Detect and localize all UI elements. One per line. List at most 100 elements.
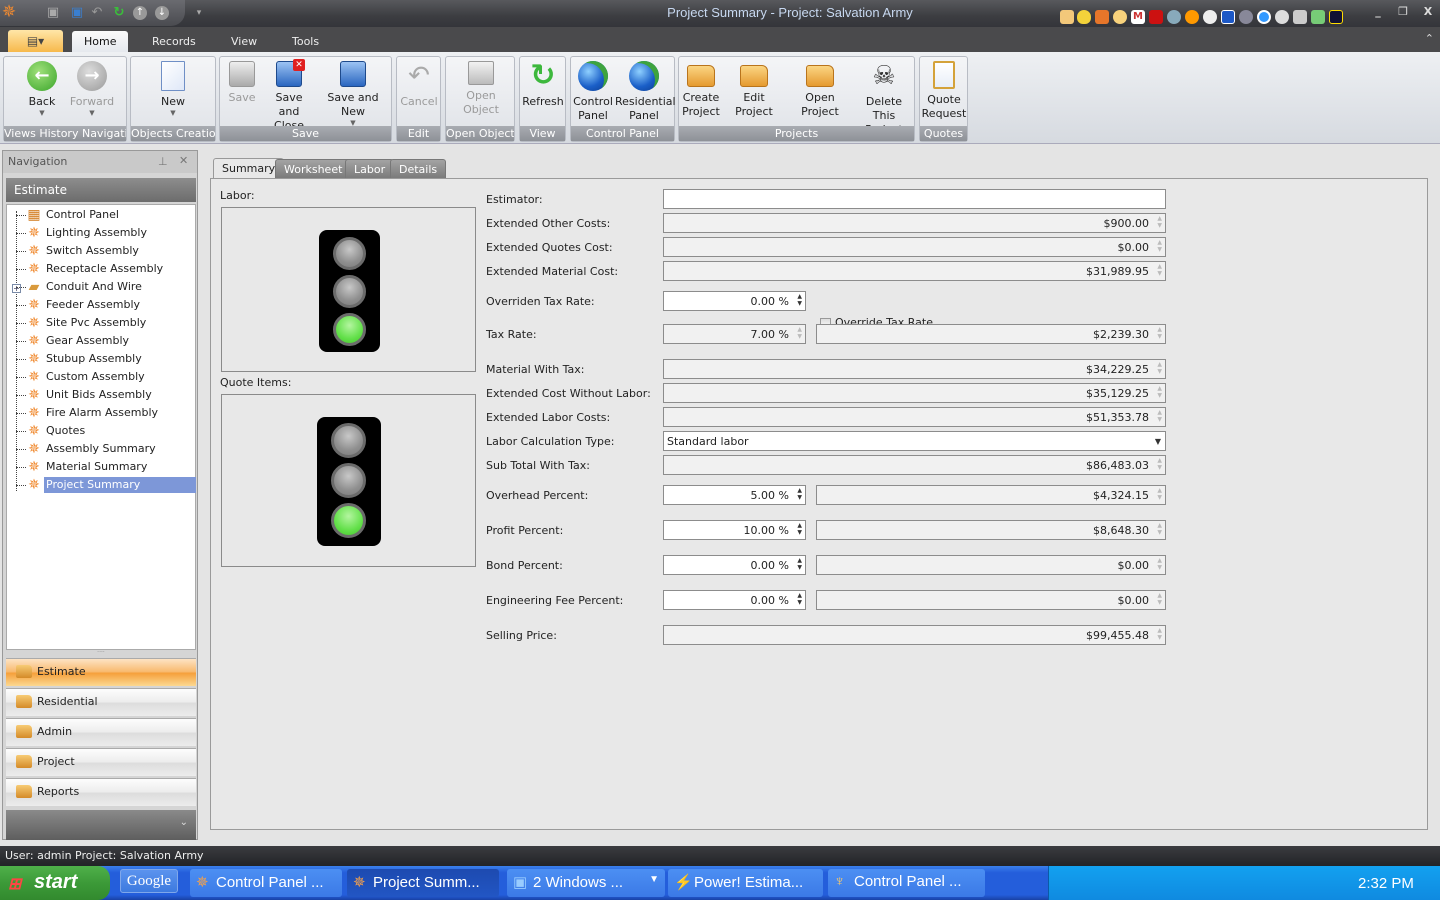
spinner-icon[interactable]: ▲ ▼ <box>797 522 802 536</box>
control-panel-button[interactable]: Control Panel <box>572 59 614 123</box>
tree-item[interactable]: ✵ Quotes <box>7 422 195 440</box>
tree-item[interactable]: ✵ Unit Bids Assembly <box>7 386 195 404</box>
restore-button[interactable]: ❐ <box>1395 5 1411 21</box>
acrobat-tray-icon[interactable] <box>1149 10 1163 24</box>
tree-item[interactable]: ✵ Lighting Assembly <box>7 224 195 242</box>
chevron-down-icon[interactable]: ▼ <box>1155 434 1161 449</box>
spinner-icon[interactable]: ▲ ▼ <box>797 557 802 571</box>
taskbar-item-control-panel-2[interactable]: ♆ Control Panel ... <box>828 869 985 897</box>
media-player-tray-icon[interactable] <box>1221 10 1235 24</box>
bond-percent-input[interactable]: 0.00 % ▲ ▼ <box>663 555 806 575</box>
messenger-live-tray-icon[interactable] <box>1257 10 1271 24</box>
tab-details[interactable]: Details <box>390 159 447 178</box>
spinner-icon[interactable]: ▲ ▼ <box>797 487 802 501</box>
tree-item[interactable]: ✵ Site Pvc Assembly <box>7 314 195 332</box>
pin-icon[interactable]: ⊥ <box>158 155 168 168</box>
tree-item[interactable]: ✵ Custom Assembly <box>7 368 195 386</box>
save-and-new-button[interactable]: Save and New ▼ <box>316 59 390 127</box>
nav-more-buttons-chevron-icon[interactable]: ⌄ <box>6 810 196 840</box>
ribbon-tab-tools[interactable]: Tools <box>280 31 331 52</box>
flower-tray-icon[interactable] <box>1185 10 1199 24</box>
forward-button[interactable]: → Forward ▼ <box>62 59 122 117</box>
spinner-icon[interactable]: ▲ ▼ <box>797 592 802 606</box>
wireless-tray-icon[interactable] <box>1329 10 1343 24</box>
tree-item[interactable]: ✵ Receptacle Assembly <box>7 260 195 278</box>
nvidia-tray-icon[interactable] <box>1311 10 1325 24</box>
chat-bubble-tray-icon[interactable] <box>1203 10 1217 24</box>
labor-calculation-type-select[interactable]: Standard labor ▼ <box>663 431 1166 451</box>
minimize-button[interactable]: _ <box>1370 5 1386 21</box>
spinner-icon[interactable]: ▲ ▼ <box>797 293 802 307</box>
save-button[interactable]: Save <box>222 59 262 105</box>
cancel-button[interactable]: ↶ Cancel <box>398 59 440 109</box>
tree-item[interactable]: ✵ Material Summary <box>7 458 195 476</box>
close-button[interactable]: X <box>1420 5 1436 21</box>
nav-button-reports[interactable]: Reports <box>6 778 196 806</box>
ribbon-tab-view[interactable]: View <box>219 31 269 52</box>
residential-panel-button[interactable]: Residential Panel <box>615 59 676 123</box>
ribbon-tab-home[interactable]: Home <box>72 31 129 52</box>
java-tray-icon[interactable] <box>1095 10 1109 24</box>
tree-item[interactable]: ✵ Project Summary <box>7 476 196 494</box>
tab-labor[interactable]: Labor <box>345 159 395 178</box>
mail-tray-icon[interactable] <box>1060 10 1074 24</box>
qat-up-icon[interactable]: ↑ <box>133 6 147 20</box>
clock-tray-icon[interactable] <box>1275 10 1289 24</box>
tree-item[interactable]: ✵ Switch Assembly <box>7 242 195 260</box>
security-shield-tray-icon[interactable] <box>1077 10 1091 24</box>
taskbar-item-project-summary[interactable]: ✵ Project Summ... <box>347 869 499 897</box>
tree-item[interactable]: ▰ Conduit And Wire <box>7 278 195 296</box>
collapse-ribbon-icon[interactable]: ⌃ <box>1425 32 1434 45</box>
open-object-button[interactable]: Open Object <box>448 59 514 117</box>
printer-tray-icon[interactable] <box>1293 10 1307 24</box>
qat-refresh-icon[interactable]: ↻ <box>110 4 128 22</box>
tree-item[interactable]: ✵ Assembly Summary <box>7 440 195 458</box>
tab-worksheet[interactable]: Worksheet <box>275 159 352 178</box>
value: 0.00 % <box>750 295 789 308</box>
tree-item-label: Receptacle Assembly <box>46 262 164 275</box>
assembly-icon: ✵ <box>28 405 40 421</box>
qat-save-icon[interactable]: ▣ <box>44 4 62 22</box>
edit-project-button[interactable]: Edit Project <box>723 59 785 119</box>
qat-down-icon[interactable]: ↓ <box>155 6 169 20</box>
tree-item[interactable]: ✵ Gear Assembly <box>7 332 195 350</box>
taskbar-item-control-panel[interactable]: ✵ Control Panel ... <box>190 869 342 897</box>
nav-button-project[interactable]: Project <box>6 748 196 776</box>
tree-item[interactable]: ✵ Feeder Assembly <box>7 296 195 314</box>
refresh-button[interactable]: ↻ Refresh <box>521 59 565 109</box>
save-and-close-button[interactable]: ✕ Save and Close <box>264 59 314 133</box>
value: 0.00 % <box>750 559 789 572</box>
ribbon-tab-records[interactable]: Records <box>140 31 208 52</box>
qat-customize-icon[interactable]: ▾ <box>190 4 208 22</box>
qat-save-close-icon[interactable]: ▣ <box>68 4 86 22</box>
nav-button-admin[interactable]: Admin <box>6 718 196 746</box>
network-user-tray-icon[interactable] <box>1167 10 1181 24</box>
tree-item[interactable]: ✵ Fire Alarm Assembly <box>7 404 195 422</box>
create-project-button[interactable]: Create Project <box>681 59 721 119</box>
taskbar-item-power-estimator[interactable]: ⚡Power! Estima... <box>668 869 823 897</box>
app-logo-icon[interactable]: ✵ <box>0 3 18 21</box>
profit-percent-input[interactable]: 10.00 % ▲ ▼ <box>663 520 806 540</box>
google-toolbar-button[interactable]: Google <box>120 869 178 893</box>
estimator-input[interactable] <box>663 189 1166 209</box>
start-button[interactable]: ⊞ start <box>0 866 110 900</box>
close-icon[interactable]: ✕ <box>179 154 188 167</box>
nav-button-residential[interactable]: Residential <box>6 688 196 716</box>
tab-summary[interactable]: Summary <box>213 158 285 179</box>
qat-undo-icon[interactable]: ↶ <box>88 4 106 22</box>
quote-request-button[interactable]: Quote Request <box>921 59 967 121</box>
overhead-percent-input[interactable]: 5.00 % ▲ ▼ <box>663 485 806 505</box>
nav-button-estimate[interactable]: Estimate <box>6 658 196 686</box>
tree-item[interactable]: ▦ Control Panel <box>7 206 195 224</box>
gmail-tray-icon[interactable]: M <box>1131 10 1145 24</box>
taskbar-item-windows-group[interactable]: ▣ 2 Windows ... ▼ <box>507 869 665 897</box>
overriden-tax-rate-input[interactable]: 0.00 % ▲ ▼ <box>663 291 806 311</box>
open-project-button[interactable]: Open Project <box>785 59 855 119</box>
volume-tray-icon[interactable] <box>1239 10 1253 24</box>
tree-item[interactable]: ✵ Stubup Assembly <box>7 350 195 368</box>
messenger-tray-icon[interactable] <box>1113 10 1127 24</box>
new-button[interactable]: New ▼ <box>143 59 203 117</box>
splitter-handle[interactable]: ···· <box>6 650 196 657</box>
engineering-fee-percent-input[interactable]: 0.00 % ▲ ▼ <box>663 590 806 610</box>
application-menu-button[interactable]: ▤▾ <box>8 30 63 52</box>
